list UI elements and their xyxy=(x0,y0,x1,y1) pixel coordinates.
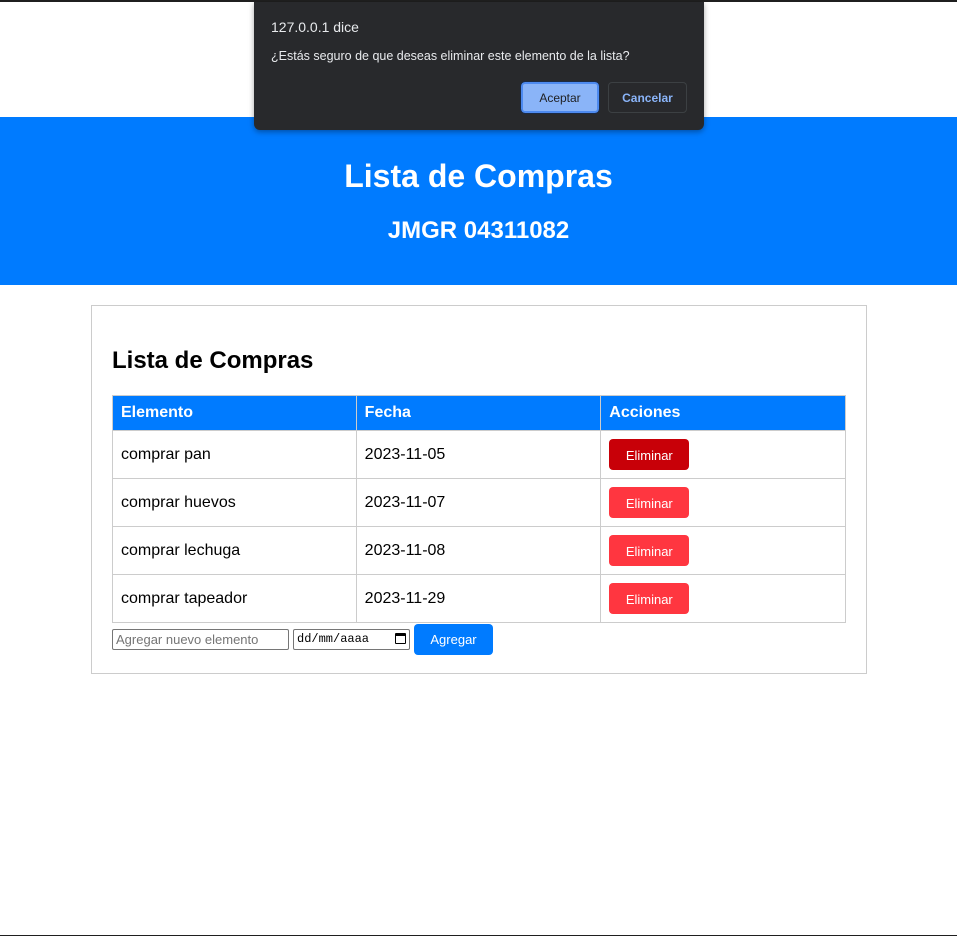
page-subtitle: JMGR 04311082 xyxy=(387,217,570,244)
shopping-list-card: Lista de Compras Elemento Fecha Acciones… xyxy=(91,305,867,674)
dialog-message: ¿Estás seguro de que deseas eliminar est… xyxy=(271,49,630,63)
column-header-item: Elemento xyxy=(112,395,357,431)
date-placeholder: dd/mm/aaaa xyxy=(297,632,370,646)
date-cell: 2023-11-05 xyxy=(355,430,602,479)
table-row: comprar pan 2023-11-05 Eliminar xyxy=(112,430,846,479)
table-header-row: Elemento Fecha Acciones xyxy=(112,395,846,431)
delete-button[interactable]: Eliminar xyxy=(609,583,690,614)
delete-button[interactable]: Eliminar xyxy=(609,439,690,470)
table-row: comprar lechuga 2023-11-08 Eliminar xyxy=(112,526,846,575)
confirm-dialog: 127.0.0.1 dice ¿Estás seguro de que dese… xyxy=(254,2,704,130)
table-row: comprar tapeador 2023-11-29 Eliminar xyxy=(112,574,846,623)
date-cell: 2023-11-29 xyxy=(355,574,602,623)
date-cell: 2023-11-08 xyxy=(355,526,602,575)
date-input[interactable]: dd/mm/aaaa xyxy=(293,629,410,650)
list-title: Lista de Compras xyxy=(112,347,314,374)
browser-page: Lista de Compras JMGR 04311082 Lista de … xyxy=(0,0,957,936)
item-cell: comprar huevos xyxy=(112,478,357,527)
add-item-form: dd/mm/aaaa Agregar xyxy=(112,624,846,655)
item-cell: comprar tapeador xyxy=(112,574,357,623)
calendar-icon[interactable] xyxy=(395,633,406,644)
delete-button[interactable]: Eliminar xyxy=(609,535,690,566)
column-header-actions: Acciones xyxy=(600,395,846,431)
shopping-list-table: Elemento Fecha Acciones comprar pan 2023… xyxy=(112,395,846,623)
date-cell: 2023-11-07 xyxy=(355,478,602,527)
actions-cell: Eliminar xyxy=(600,526,846,575)
add-button[interactable]: Agregar xyxy=(414,624,493,655)
page-title: Lista de Compras xyxy=(344,158,613,194)
column-header-date: Fecha xyxy=(355,395,602,431)
item-cell: comprar pan xyxy=(112,430,357,479)
table-row: comprar huevos 2023-11-07 Eliminar xyxy=(112,478,846,527)
actions-cell: Eliminar xyxy=(600,574,846,623)
dialog-origin: 127.0.0.1 dice xyxy=(271,19,359,35)
new-item-input[interactable] xyxy=(112,629,289,650)
page-header: Lista de Compras JMGR 04311082 xyxy=(0,117,957,285)
delete-button[interactable]: Eliminar xyxy=(609,487,690,518)
item-cell: comprar lechuga xyxy=(112,526,357,575)
actions-cell: Eliminar xyxy=(600,430,846,479)
actions-cell: Eliminar xyxy=(600,478,846,527)
cancel-button[interactable]: Cancelar xyxy=(608,82,687,113)
accept-button[interactable]: Aceptar xyxy=(520,81,600,114)
